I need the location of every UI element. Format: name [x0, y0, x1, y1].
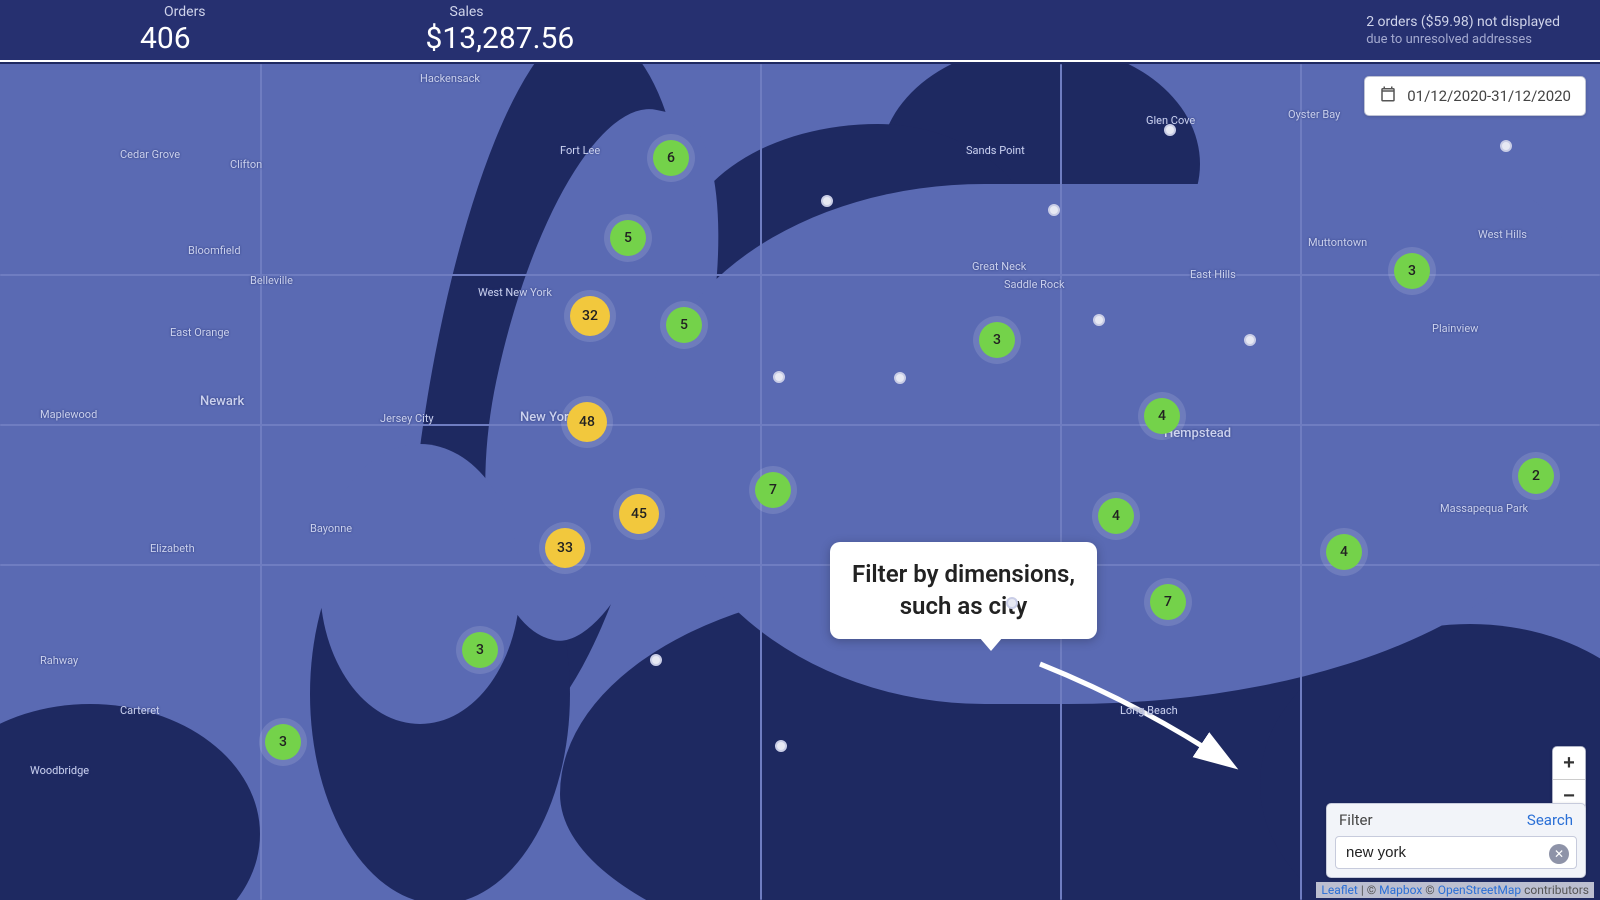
map-cluster[interactable]: 3 [1394, 253, 1430, 289]
leaflet-link[interactable]: Leaflet [1321, 883, 1357, 897]
map-marker-dot[interactable] [1244, 334, 1256, 346]
filter-title: Filter [1339, 811, 1373, 829]
map-cluster[interactable]: 4 [1144, 398, 1180, 434]
orders-label: Orders [164, 4, 206, 20]
map-cluster[interactable]: 3 [265, 724, 301, 760]
unresolved-line2: due to unresolved addresses [1366, 32, 1560, 47]
map-canvas[interactable]: 01/12/2020-31/12/2020 Filter by dimensio… [0, 64, 1600, 900]
filter-input[interactable] [1335, 836, 1577, 869]
place-label: Maplewood [40, 408, 97, 421]
map-cluster[interactable]: 3 [979, 322, 1015, 358]
calendar-icon [1379, 85, 1397, 107]
orders-value: 406 [140, 21, 206, 56]
place-label: Bloomfield [188, 244, 241, 257]
map-marker-dot[interactable] [1164, 124, 1176, 136]
unresolved-line1: 2 orders ($59.98) not displayed [1366, 14, 1560, 30]
filter-search-link[interactable]: Search [1527, 811, 1573, 829]
map-marker-dot[interactable] [1500, 140, 1512, 152]
sales-value: $13,287.56 [426, 21, 575, 56]
stat-orders: Orders 406 [140, 4, 206, 56]
sales-label: Sales [450, 4, 575, 20]
map-marker-dot[interactable] [821, 195, 833, 207]
filter-panel: Filter Search ✕ [1326, 803, 1586, 878]
place-label: Newark [200, 394, 244, 409]
map-marker-dot[interactable] [775, 740, 787, 752]
map-marker-dot[interactable] [894, 372, 906, 384]
map-cluster[interactable]: 5 [666, 307, 702, 343]
date-range-text: 01/12/2020-31/12/2020 [1407, 87, 1571, 105]
date-range-picker[interactable]: 01/12/2020-31/12/2020 [1364, 76, 1586, 116]
map-cluster[interactable]: 6 [653, 140, 689, 176]
map-cluster[interactable]: 45 [619, 494, 659, 534]
map-marker-dot[interactable] [1048, 204, 1060, 216]
mapbox-link[interactable]: Mapbox [1379, 883, 1422, 897]
map-cluster[interactable]: 7 [1150, 584, 1186, 620]
map-marker-dot[interactable] [1006, 597, 1018, 609]
unresolved-warning: 2 orders ($59.98) not displayed due to u… [1366, 14, 1560, 47]
place-label: East Orange [170, 326, 229, 339]
map-marker-dot[interactable] [650, 654, 662, 666]
place-label: Oyster Bay [1288, 108, 1340, 121]
map-cluster[interactable]: 3 [462, 632, 498, 668]
clear-icon[interactable]: ✕ [1549, 844, 1569, 864]
map-cluster[interactable]: 2 [1518, 458, 1554, 494]
map-cluster[interactable]: 33 [545, 528, 585, 568]
map-marker-dot[interactable] [773, 371, 785, 383]
zoom-in-button[interactable]: + [1553, 747, 1585, 779]
place-label: Hackensack [420, 72, 480, 85]
map-cluster[interactable]: 5 [610, 220, 646, 256]
place-label: Cedar Grove [120, 148, 180, 161]
map-attribution: Leaflet | © Mapbox © OpenStreetMap contr… [1316, 882, 1594, 898]
callout-line1: Filter by dimensions, [852, 558, 1075, 590]
callout-tooltip: Filter by dimensions, such as city [830, 542, 1097, 639]
stats-topbar: Orders 406 Sales $13,287.56 2 orders ($5… [0, 0, 1600, 62]
callout-line2: such as city [852, 590, 1075, 622]
place-label: Rahway [40, 654, 78, 667]
stat-sales: Sales $13,287.56 [426, 4, 575, 56]
map-cluster[interactable]: 4 [1326, 534, 1362, 570]
map-cluster[interactable]: 48 [567, 402, 607, 442]
map-cluster[interactable]: 7 [755, 472, 791, 508]
place-label: Elizabeth [150, 542, 195, 555]
map-cluster[interactable]: 32 [570, 296, 610, 336]
map-marker-dot[interactable] [1093, 314, 1105, 326]
map-cluster[interactable]: 4 [1098, 498, 1134, 534]
osm-link[interactable]: OpenStreetMap [1438, 883, 1521, 897]
place-label: Clifton [230, 158, 262, 171]
